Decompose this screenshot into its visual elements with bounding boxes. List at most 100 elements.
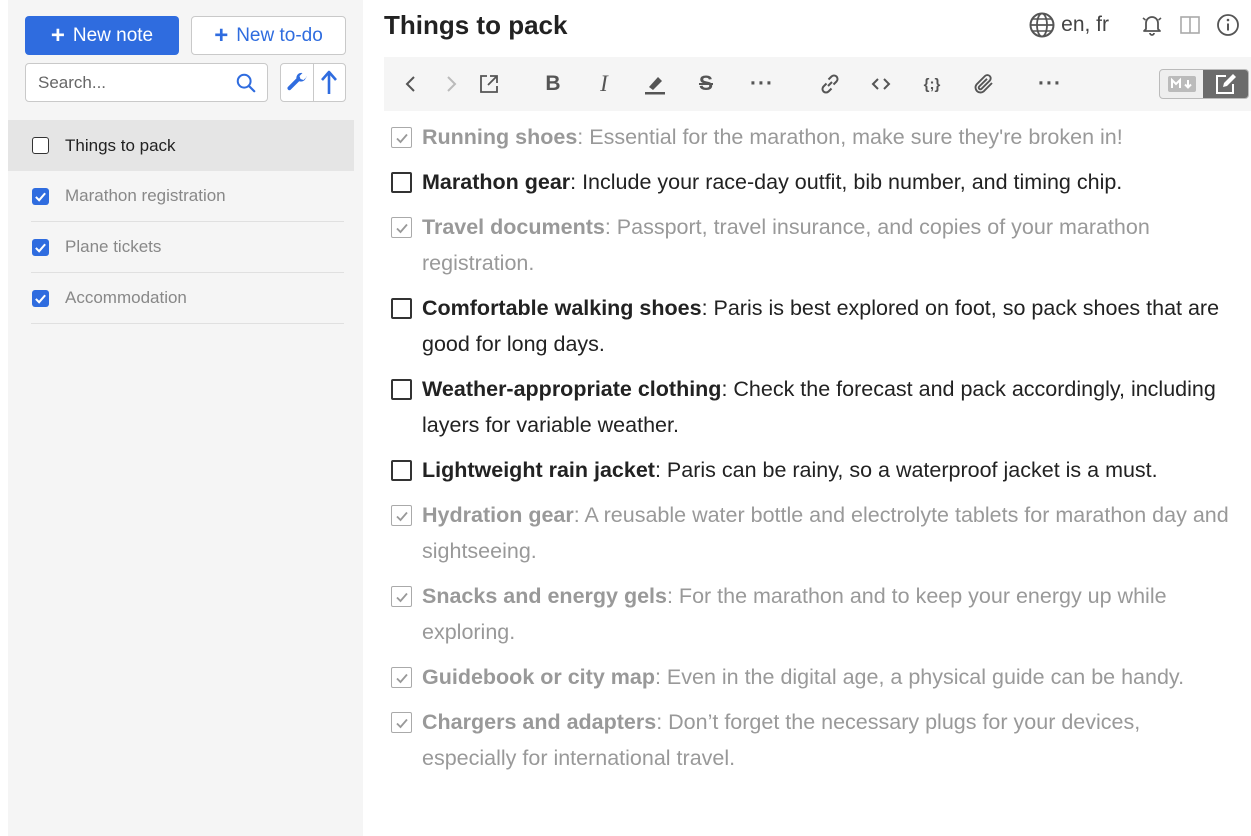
- editor-mode-toggle[interactable]: [1159, 69, 1249, 99]
- alarm-bell-icon[interactable]: [1139, 12, 1165, 38]
- item-description: : Include your race-day outfit, bib numb…: [570, 170, 1123, 194]
- checklist-item: Lightweight rain jacket: Paris can be ra…: [391, 452, 1236, 488]
- checklist-checkbox[interactable]: [391, 712, 412, 733]
- checklist-checkbox[interactable]: [391, 505, 412, 526]
- checklist-item: Travel documents: Passport, travel insur…: [391, 209, 1236, 281]
- note-body[interactable]: Running shoes: Essential for the maratho…: [391, 119, 1236, 785]
- info-icon[interactable]: [1215, 12, 1241, 38]
- checklist-item: Weather-appropriate clothing: Check the …: [391, 371, 1236, 443]
- checklist-item: Snacks and energy gels: For the marathon…: [391, 578, 1236, 650]
- checklist-item: Chargers and adapters: Don’t forget the …: [391, 704, 1236, 776]
- note-title: Plane tickets: [65, 237, 162, 256]
- note-item-plane-tickets[interactable]: Plane tickets: [8, 222, 354, 273]
- note-title: Marathon registration: [65, 186, 226, 205]
- item-name: Lightweight rain jacket: [422, 458, 655, 482]
- todo-checkbox[interactable]: [32, 187, 49, 205]
- checkmark-icon: [395, 133, 408, 143]
- link-icon[interactable]: [817, 71, 843, 97]
- checklist-checkbox[interactable]: [391, 667, 412, 688]
- note-item-marathon-registration[interactable]: Marathon registration: [8, 171, 354, 222]
- checklist-checkbox[interactable]: [391, 379, 412, 400]
- checklist-text: Snacks and energy gels: For the marathon…: [422, 578, 1236, 650]
- checklist-checkbox[interactable]: [391, 172, 412, 193]
- arrow-up-icon: [321, 70, 338, 94]
- item-name: Snacks and energy gels: [422, 584, 667, 608]
- todo-checkbox[interactable]: [32, 137, 49, 154]
- sort-direction-button[interactable]: [312, 64, 345, 101]
- attach-icon[interactable]: [971, 71, 997, 97]
- note-item-accommodation[interactable]: Accommodation: [8, 273, 354, 324]
- checklist-checkbox[interactable]: [391, 586, 412, 607]
- globe-icon[interactable]: [1029, 12, 1055, 38]
- checkmark-icon: [395, 592, 408, 602]
- checkmark-icon: [35, 294, 46, 304]
- italic-icon[interactable]: I: [591, 71, 617, 97]
- editor-header-controls: en, fr: [1029, 12, 1241, 38]
- bold-icon[interactable]: B: [540, 71, 566, 97]
- wrench-icon: [287, 72, 307, 90]
- checklist-item: Marathon gear: Include your race-day out…: [391, 164, 1236, 200]
- checklist-text: Marathon gear: Include your race-day out…: [422, 164, 1122, 200]
- checklist-item: Comfortable walking shoes: Paris is best…: [391, 290, 1236, 362]
- markdown-icon: [1167, 76, 1196, 92]
- note-list: Things to pack Marathon registration Pla…: [8, 120, 354, 324]
- search-box: [25, 63, 268, 102]
- checklist-text: Running shoes: Essential for the maratho…: [422, 119, 1123, 155]
- search-icon[interactable]: [235, 72, 257, 94]
- checklist-text: Weather-appropriate clothing: Check the …: [422, 371, 1236, 443]
- item-description: : Even in the digital age, a physical gu…: [654, 665, 1185, 689]
- item-description: : Essential for the marathon, make sure …: [577, 125, 1123, 149]
- sort-order-field-button[interactable]: [281, 64, 313, 101]
- layout-toggle-icon[interactable]: [1177, 12, 1203, 38]
- spellcheck-language[interactable]: en, fr: [1061, 13, 1109, 37]
- highlight-icon[interactable]: [642, 71, 668, 97]
- checklist-text: Chargers and adapters: Don’t forget the …: [422, 704, 1236, 776]
- checklist-item: Running shoes: Essential for the maratho…: [391, 119, 1236, 155]
- checklist-checkbox[interactable]: [391, 127, 412, 148]
- item-name: Running shoes: [422, 125, 578, 149]
- checklist-checkbox[interactable]: [391, 298, 412, 319]
- checkmark-icon: [395, 511, 408, 521]
- rich-text-mode-button[interactable]: [1203, 70, 1248, 98]
- item-name: Hydration gear: [422, 503, 574, 527]
- more-icon[interactable]: ···: [1037, 71, 1063, 97]
- new-todo-button[interactable]: + New to-do: [191, 16, 346, 55]
- checklist-checkbox[interactable]: [391, 217, 412, 238]
- item-name: Weather-appropriate clothing: [422, 377, 722, 401]
- code-block-icon[interactable]: {;}: [919, 71, 945, 97]
- item-name: Comfortable walking shoes: [422, 296, 702, 320]
- plus-icon: +: [214, 21, 229, 49]
- checklist-text: Lightweight rain jacket: Paris can be ra…: [422, 452, 1158, 488]
- new-note-button[interactable]: + New note: [25, 16, 179, 55]
- checklist-item: Hydration gear: A reusable water bottle …: [391, 497, 1236, 569]
- checkmark-icon: [35, 192, 46, 202]
- code-icon[interactable]: [868, 71, 894, 97]
- todo-checkbox[interactable]: [32, 289, 49, 307]
- new-todo-label: New to-do: [236, 24, 323, 46]
- note-list-sidebar: + New note + New to-do Search... Things …: [8, 0, 363, 836]
- checkmark-icon: [35, 243, 46, 253]
- new-note-label: New note: [72, 24, 154, 46]
- checklist-text: Hydration gear: A reusable water bottle …: [422, 497, 1236, 569]
- app-window: + New note + New to-do Search... Things …: [0, 0, 1251, 836]
- item-name: Guidebook or city map: [422, 665, 655, 689]
- item-name: Marathon gear: [422, 170, 571, 194]
- search-input[interactable]: [26, 64, 226, 101]
- markdown-mode-button[interactable]: [1160, 70, 1203, 98]
- plus-icon: +: [50, 21, 65, 49]
- external-edit-icon[interactable]: [476, 71, 502, 97]
- back-icon[interactable]: [398, 71, 424, 97]
- note-title: Things to pack: [65, 135, 176, 155]
- more-icon[interactable]: ···: [749, 71, 775, 97]
- strikethrough-icon[interactable]: S: [693, 71, 719, 97]
- sort-controls: [280, 63, 346, 102]
- checklist-item: Guidebook or city map: Even in the digit…: [391, 659, 1236, 695]
- note-title-heading[interactable]: Things to pack: [384, 10, 567, 41]
- checklist-text: Comfortable walking shoes: Paris is best…: [422, 290, 1236, 362]
- note-item-things-to-pack[interactable]: Things to pack: [8, 120, 354, 171]
- todo-checkbox[interactable]: [32, 238, 49, 256]
- forward-icon[interactable]: [438, 71, 464, 97]
- checklist-checkbox[interactable]: [391, 460, 412, 481]
- checkmark-icon: [395, 223, 408, 233]
- checkmark-icon: [395, 718, 408, 728]
